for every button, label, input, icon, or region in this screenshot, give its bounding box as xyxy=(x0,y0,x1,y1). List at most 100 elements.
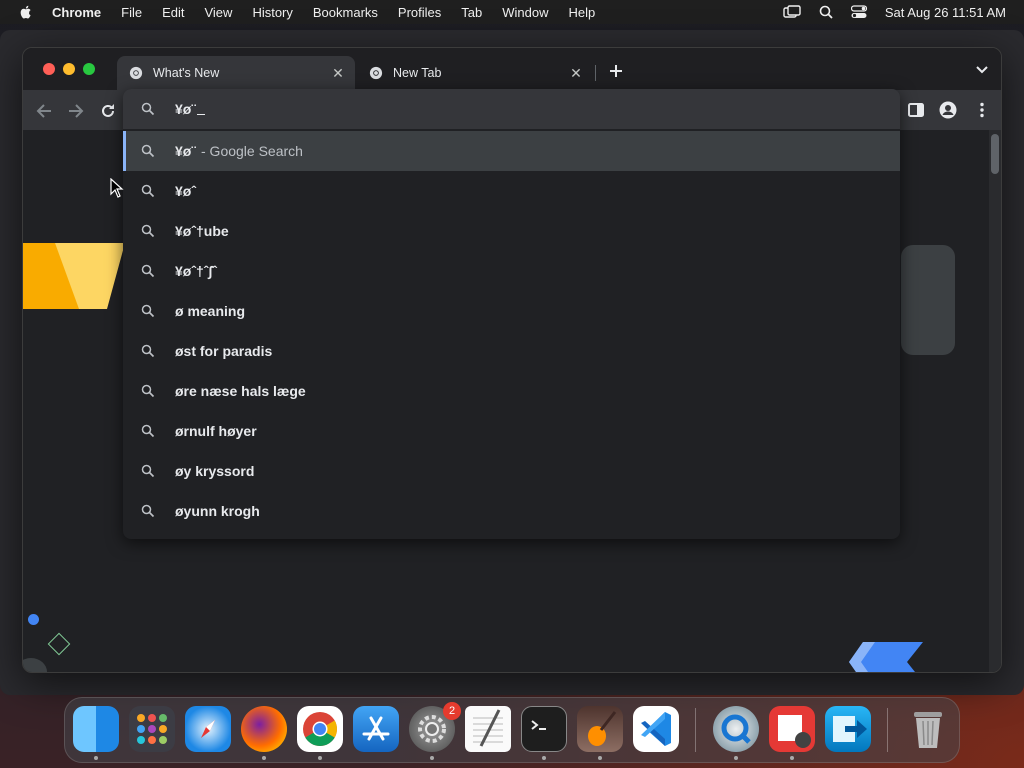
suggestion-text: øyunn krogh xyxy=(175,503,260,519)
chrome-favicon-icon xyxy=(369,66,383,80)
running-indicator xyxy=(734,756,738,760)
search-icon xyxy=(141,184,155,198)
close-window-button[interactable] xyxy=(43,63,55,75)
suggestion-item[interactable]: ¥øˆ xyxy=(123,171,900,211)
address-bar-input[interactable]: ¥ø¨ xyxy=(123,89,900,129)
search-icon xyxy=(141,344,155,358)
suggestion-text: ¥ø¨ xyxy=(175,143,196,159)
suggestion-text: øre næse hals læge xyxy=(175,383,306,399)
vscode-icon[interactable] xyxy=(633,706,679,752)
suggestion-item[interactable]: øst for paradis xyxy=(123,331,900,371)
decorative-blue-arrow-shape xyxy=(849,642,923,672)
tab-search-chevron-icon[interactable] xyxy=(975,65,989,75)
running-indicator xyxy=(542,756,546,760)
running-indicator xyxy=(318,756,322,760)
search-icon xyxy=(141,224,155,238)
chrome-dock-icon[interactable] xyxy=(297,706,343,752)
firefox-icon[interactable] xyxy=(241,706,287,752)
suggestion-item[interactable]: ¥øˆ†ˆ∫ˆ xyxy=(123,251,900,291)
menu-bar: Chrome File Edit View History Bookmarks … xyxy=(0,0,1024,24)
dock-separator xyxy=(887,708,888,752)
search-icon xyxy=(141,504,155,518)
menu-history[interactable]: History xyxy=(252,5,292,20)
back-arrow-icon[interactable] xyxy=(35,102,53,120)
app-store-icon[interactable] xyxy=(353,706,399,752)
suggestion-text: ørnulf høyer xyxy=(175,423,257,439)
forward-arrow-icon[interactable] xyxy=(67,102,85,120)
address-bar-text[interactable]: ¥ø¨ xyxy=(175,101,196,117)
menu-edit[interactable]: Edit xyxy=(162,5,184,20)
scrollbar-thumb[interactable] xyxy=(991,134,999,174)
search-icon xyxy=(141,464,155,478)
suggestion-text: ¥øˆ†ˆ∫ˆ xyxy=(175,263,217,279)
search-icon xyxy=(141,264,155,278)
omnibox-dropdown: ¥ø¨ ¥ø¨ - Google Search ¥øˆ ¥øˆ†ube ¥øˆ†… xyxy=(123,89,900,539)
decorative-gray-card xyxy=(901,245,955,355)
menu-help[interactable]: Help xyxy=(569,5,596,20)
notification-badge: 2 xyxy=(443,702,461,720)
tab-new-tab[interactable]: New Tab ✕ xyxy=(357,56,593,90)
suggestion-item[interactable]: øy kryssord xyxy=(123,451,900,491)
running-indicator xyxy=(790,756,794,760)
tab-strip: What's New ✕ New Tab ✕ xyxy=(23,48,1001,90)
tab-separator xyxy=(595,65,596,81)
tab-whats-new[interactable]: What's New ✕ xyxy=(117,56,355,90)
scrollbar-track[interactable] xyxy=(989,130,1001,672)
garageband-icon[interactable] xyxy=(577,706,623,752)
trash-icon[interactable] xyxy=(905,706,951,752)
running-indicator xyxy=(430,756,434,760)
migration-assistant-icon[interactable] xyxy=(825,706,871,752)
text-caret xyxy=(197,103,205,115)
menu-app-name[interactable]: Chrome xyxy=(52,5,101,20)
safari-icon[interactable] xyxy=(185,706,231,752)
suggestion-item[interactable]: ¥øˆ†ube xyxy=(123,211,900,251)
suggestion-item[interactable]: ¥ø¨ - Google Search xyxy=(123,131,900,171)
menu-bookmarks[interactable]: Bookmarks xyxy=(313,5,378,20)
photo-booth-icon[interactable] xyxy=(769,706,815,752)
new-tab-plus-icon[interactable] xyxy=(607,62,625,80)
decorative-green-diamond xyxy=(47,632,71,656)
suggestion-hint: - Google Search xyxy=(201,143,303,159)
suggestion-item[interactable]: øyunn krogh xyxy=(123,491,900,531)
screen-mirroring-icon[interactable] xyxy=(783,5,801,19)
control-center-icon[interactable] xyxy=(850,5,867,19)
apple-icon[interactable] xyxy=(18,4,34,20)
decorative-gray-circle xyxy=(23,658,47,672)
suggestion-item[interactable]: ørnulf høyer xyxy=(123,411,900,451)
spotlight-search-icon[interactable] xyxy=(819,5,833,19)
close-tab-icon[interactable]: ✕ xyxy=(331,66,345,80)
menu-window[interactable]: Window xyxy=(502,5,548,20)
dock: 2 xyxy=(64,697,960,763)
mouse-pointer-icon xyxy=(110,178,124,198)
zoom-window-button[interactable] xyxy=(83,63,95,75)
suggestion-text: øy kryssord xyxy=(175,463,255,479)
more-menu-icon[interactable] xyxy=(973,101,991,119)
suggestion-text: ¥øˆ†ube xyxy=(175,223,229,239)
search-icon xyxy=(141,304,155,318)
tab-title: What's New xyxy=(153,66,220,80)
menu-profiles[interactable]: Profiles xyxy=(398,5,441,20)
menu-file[interactable]: File xyxy=(121,5,142,20)
suggestion-item[interactable]: øre næse hals læge xyxy=(123,371,900,411)
menu-tab[interactable]: Tab xyxy=(461,5,482,20)
dock-separator xyxy=(695,708,696,752)
minimize-window-button[interactable] xyxy=(63,63,75,75)
running-indicator xyxy=(598,756,602,760)
suggestion-item[interactable]: ø meaning xyxy=(123,291,900,331)
side-panel-icon[interactable] xyxy=(907,101,925,119)
running-indicator xyxy=(94,756,98,760)
quicktime-icon[interactable] xyxy=(713,706,759,752)
close-tab-icon[interactable]: ✕ xyxy=(569,66,583,80)
menu-view[interactable]: View xyxy=(204,5,232,20)
textedit-icon[interactable] xyxy=(465,706,511,752)
terminal-icon[interactable] xyxy=(521,706,567,752)
suggestion-text: ø meaning xyxy=(175,303,246,319)
finder-icon[interactable] xyxy=(73,706,119,752)
menu-bar-clock[interactable]: Sat Aug 26 11:51 AM xyxy=(885,5,1006,20)
launchpad-icon[interactable] xyxy=(129,706,175,752)
search-icon xyxy=(141,384,155,398)
search-icon xyxy=(141,144,155,158)
suggestion-list: ¥ø¨ - Google Search ¥øˆ ¥øˆ†ube ¥øˆ†ˆ∫ˆ … xyxy=(123,131,900,531)
profile-avatar-icon[interactable] xyxy=(939,101,957,119)
reload-icon[interactable] xyxy=(99,102,117,120)
